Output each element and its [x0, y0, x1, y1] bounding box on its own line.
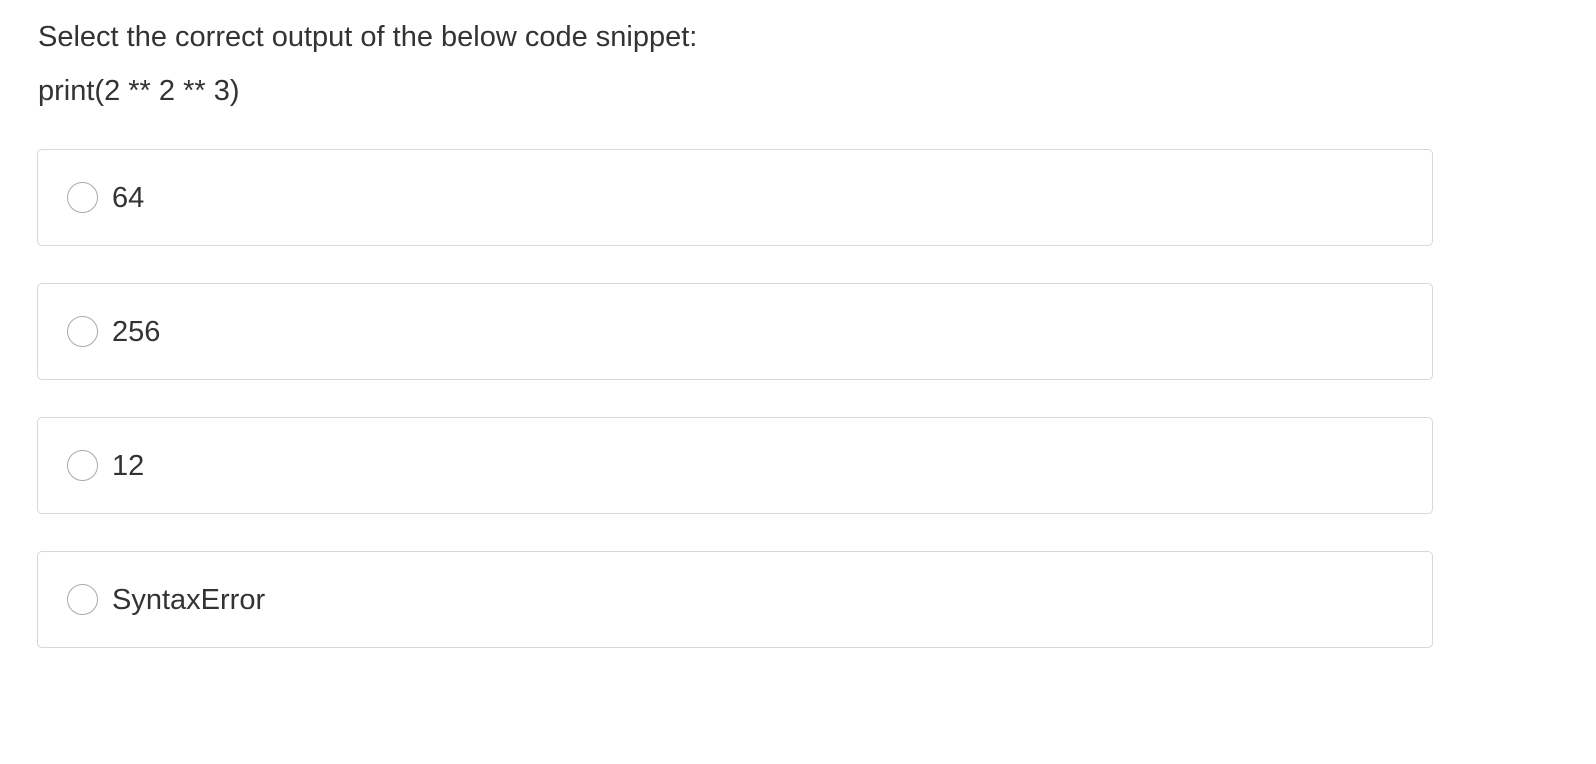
answer-option-syntaxerror[interactable]: SyntaxError	[37, 551, 1433, 648]
question-prompt: Select the correct output of the below c…	[38, 21, 698, 53]
quiz-question-panel: Select the correct output of the below c…	[0, 0, 1596, 764]
radio-button-icon[interactable]	[67, 584, 98, 615]
option-label: 64	[112, 181, 145, 214]
option-label: SyntaxError	[112, 583, 266, 616]
option-label: 256	[112, 315, 161, 348]
answer-option-12[interactable]: 12	[37, 417, 1433, 514]
radio-button-icon[interactable]	[67, 182, 98, 213]
radio-button-icon[interactable]	[67, 316, 98, 347]
option-label: 12	[112, 449, 145, 482]
code-snippet: print(2 ** 2 ** 3)	[38, 75, 240, 107]
answer-option-256[interactable]: 256	[37, 283, 1433, 380]
answer-options: 64 256 12 SyntaxError	[37, 149, 1433, 685]
answer-option-64[interactable]: 64	[37, 149, 1433, 246]
radio-button-icon[interactable]	[67, 450, 98, 481]
